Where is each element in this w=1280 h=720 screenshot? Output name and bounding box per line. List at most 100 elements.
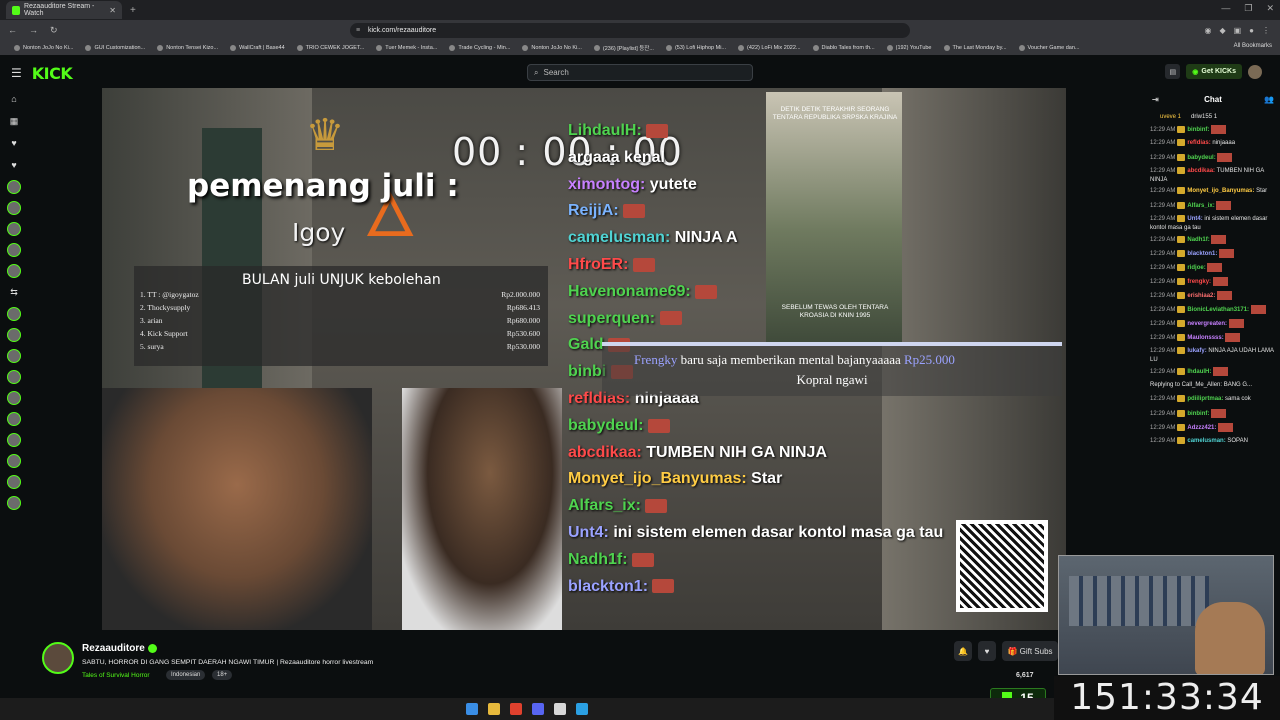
menu-icon[interactable]: ⋮	[1262, 26, 1270, 35]
stream-category[interactable]: Tales of Survival Horror	[82, 672, 150, 679]
maximize-icon[interactable]: ❐	[1244, 3, 1252, 14]
bookmark-item[interactable]: (192) YouTube	[881, 44, 938, 51]
chat-username[interactable]: ridjoe:	[1187, 265, 1205, 271]
chat-message[interactable]: 12:29 AM lukafy: NINJA AJA UDAH LAMA LU	[1146, 346, 1280, 366]
followed-channel-avatar[interactable]	[7, 221, 21, 236]
chat-message[interactable]: 12:29 AM BionicLeviathan3171:	[1146, 304, 1280, 318]
followed-channel-avatar[interactable]	[7, 242, 21, 257]
url-field[interactable]: ≡ kick.com/rezaauditore	[350, 22, 910, 38]
bookmark-item[interactable]: WallCraft | Base44	[224, 44, 291, 51]
chat-username[interactable]: Unt4:	[1187, 216, 1202, 222]
chat-username[interactable]: Nadh1f:	[1187, 237, 1209, 243]
close-tab-icon[interactable]: ✕	[109, 6, 116, 15]
chat-username[interactable]: babydeul:	[1187, 155, 1215, 161]
bookmark-item[interactable]: Diablo Tales from th...	[807, 44, 881, 51]
chat-username[interactable]: pdiiliprtmaa:	[1187, 396, 1223, 402]
chat-username[interactable]: camelusman:	[1187, 438, 1225, 444]
chat-username[interactable]: nevergreaten:	[1187, 321, 1227, 327]
chat-message[interactable]: 12:29 AM IhdaulH:	[1146, 366, 1280, 380]
chat-message[interactable]: 12:29 AM frengky:	[1146, 276, 1280, 290]
chat-message[interactable]: 12:29 AM Monyet_ijo_Banyumas: Star	[1146, 186, 1280, 200]
minimize-icon[interactable]: —	[1221, 3, 1230, 14]
recommended-channel-avatar[interactable]	[7, 411, 21, 426]
chat-username[interactable]: binbinf:	[1187, 411, 1209, 417]
bookmark-item[interactable]: (236) [Playlist] 등잔...	[588, 44, 660, 52]
notification-bell-icon[interactable]: 🔔	[954, 641, 972, 661]
close-window-icon[interactable]: ✕	[1266, 3, 1274, 14]
profile-icon[interactable]: ●	[1249, 26, 1254, 35]
all-bookmarks-link[interactable]: All Bookmarks	[1234, 43, 1272, 49]
followed-channel-avatar[interactable]	[7, 200, 21, 215]
channel-avatar[interactable]	[42, 642, 74, 674]
chat-username[interactable]: Monyet_ijo_Banyumas:	[1187, 188, 1254, 194]
gift-subs-button[interactable]: 🎁 Gift Subs	[1002, 641, 1058, 661]
recommended-channel-avatar[interactable]	[7, 432, 21, 447]
search-input[interactable]: ⌕ Search	[527, 64, 753, 81]
chat-message[interactable]: Replying to Call_Me_Allen: BANG G...	[1146, 380, 1280, 394]
gifter[interactable]: uveve 1	[1160, 114, 1181, 120]
chat-message[interactable]: 12:29 AM ridjoe:	[1146, 262, 1280, 276]
edge-icon[interactable]	[576, 703, 588, 715]
followed-channel-avatar[interactable]	[7, 263, 21, 278]
chat-username[interactable]: refldias:	[1187, 140, 1210, 146]
chat-message[interactable]: 12:29 AM camelusman: SOPAN	[1146, 436, 1280, 450]
get-kicks-button[interactable]: ◉ Get KICKs	[1186, 64, 1242, 79]
site-info-icon[interactable]: ≡	[356, 27, 360, 34]
tag-language[interactable]: Indonesian	[166, 670, 206, 680]
extension-icon[interactable]: ◆	[1219, 26, 1225, 35]
file-explorer-icon[interactable]	[488, 703, 500, 715]
bookmark-item[interactable]: TRIO CEWEK JOGET...	[291, 44, 371, 51]
chat-users-icon[interactable]: 👥	[1264, 95, 1274, 104]
menu-hamburger-icon[interactable]: ☰	[11, 66, 22, 80]
chat-username[interactable]: Alfars_ix:	[1187, 203, 1214, 209]
bookmark-item[interactable]: Nonton Tensei Kizo...	[151, 44, 224, 51]
chat-username[interactable]: Adzzz421:	[1187, 425, 1216, 431]
chat-message[interactable]: 12:29 AM Nadh1f:	[1146, 234, 1280, 248]
chat-message[interactable]: 12:29 AM Unt4: ini sistem elemen dasar ko…	[1146, 214, 1280, 234]
chat-username[interactable]: Maulonssss:	[1187, 335, 1223, 341]
chat-username[interactable]: blackton1:	[1187, 251, 1217, 257]
forward-icon[interactable]: →	[29, 25, 38, 36]
chat-username[interactable]: binbinf:	[1187, 127, 1209, 133]
chat-username[interactable]: abcdikaa:	[1187, 168, 1215, 174]
kick-logo[interactable]: KICK	[32, 64, 73, 83]
user-avatar[interactable]	[1248, 64, 1262, 79]
chat-message[interactable]: 12:29 AM blackton1:	[1146, 248, 1280, 262]
theater-mode-icon[interactable]: ▤	[1165, 64, 1181, 79]
start-icon[interactable]	[466, 703, 478, 715]
back-icon[interactable]: ←	[8, 25, 17, 36]
follow-heart-icon[interactable]: ♥	[978, 641, 996, 661]
bookmark-item[interactable]: Voucher Game dan...	[1013, 44, 1086, 51]
chat-message[interactable]: 12:29 AM Maulonssss:	[1146, 332, 1280, 346]
chat-username[interactable]: IhdaulH:	[1187, 369, 1211, 375]
chat-message[interactable]: 12:29 AM abcdikaa: TUMBEN NIH GA NINJA	[1146, 166, 1280, 186]
recommended-channel-avatar[interactable]	[7, 390, 21, 405]
chat-message[interactable]: 12:29 AM pdiiliprtmaa: sama cok	[1146, 394, 1280, 408]
collapse-chat-icon[interactable]: ⇥	[1152, 95, 1159, 104]
recommended-channel-avatar[interactable]	[7, 369, 21, 384]
browser-tab[interactable]: Rezaauditore Stream - Watch ✕	[6, 1, 122, 19]
chrome-icon[interactable]	[554, 703, 566, 715]
extension-icon[interactable]: ◉	[1204, 26, 1211, 35]
chat-message[interactable]: 12:29 AM binbinf:	[1146, 124, 1280, 138]
chat-message[interactable]: 12:29 AM erishiaa2:	[1146, 290, 1280, 304]
followed-channel-avatar[interactable]	[7, 179, 21, 194]
bookmark-item[interactable]: Trade Cycling - Min...	[443, 44, 516, 51]
chat-message[interactable]: 12:29 AM Alfars_ix:	[1146, 200, 1280, 214]
browse-icon[interactable]: ▦	[10, 110, 19, 132]
recommended-channel-avatar[interactable]	[7, 453, 21, 468]
chat-username[interactable]: lukafy:	[1187, 348, 1206, 354]
recommended-channel-avatar[interactable]	[7, 306, 21, 321]
chat-username[interactable]: frengky:	[1187, 279, 1211, 285]
discord-icon[interactable]	[532, 703, 544, 715]
recommended-channel-avatar[interactable]	[7, 327, 21, 342]
chat-username[interactable]: BionicLeviathan3171:	[1187, 307, 1249, 313]
chat-message[interactable]: 12:29 AM Adzzz421:	[1146, 422, 1280, 436]
video-player[interactable]: ♛ 🜂 pemenang juli : Igoy 00 : 00 : 00 BU…	[102, 88, 1066, 630]
home-icon[interactable]: ⌂	[11, 88, 16, 110]
gifter[interactable]: driw155 1	[1191, 114, 1217, 120]
bookmark-item[interactable]: Tuer Memek - Insta...	[370, 44, 443, 51]
new-tab-icon[interactable]: +	[130, 5, 136, 16]
tag-age[interactable]: 18+	[212, 670, 233, 680]
chat-message[interactable]: 12:29 AM nevergreaten:	[1146, 318, 1280, 332]
